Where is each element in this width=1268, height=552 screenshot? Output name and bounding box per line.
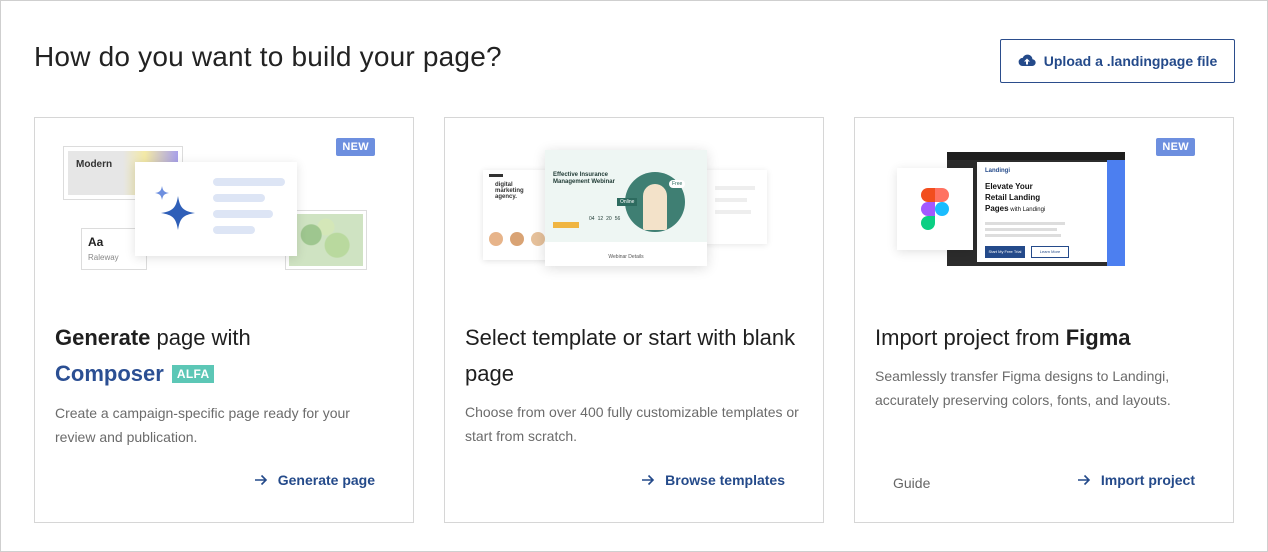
title-bold: Figma: [1065, 325, 1131, 350]
preview-heading-3-rest: with Landingi: [1008, 207, 1046, 213]
countdown-days: 04: [589, 216, 595, 222]
browse-templates-label: Browse templates: [665, 472, 785, 488]
figma-editor-preview: Landingi Elevate Your Retail Landing Pag…: [947, 152, 1125, 266]
preview-heading-1: Elevate Your: [985, 182, 1033, 191]
composer-brand: Composer: [55, 361, 164, 386]
preview-secondary-button: Learn More: [1031, 246, 1069, 258]
figma-card-title: Import project from Figma: [875, 320, 1209, 356]
upload-landingpage-button[interactable]: Upload a .landingpage file: [1000, 39, 1235, 83]
landingi-logo: Landingi: [985, 168, 1010, 174]
style-preview-title: Modern: [76, 159, 113, 170]
countdown-seconds: 56: [614, 216, 621, 222]
templates-card-description: Choose from over 400 fully customizable …: [465, 404, 799, 444]
arrow-right-icon: [642, 474, 655, 486]
font-sample: Aa: [88, 235, 104, 249]
countdown-hours: 12: [597, 216, 604, 222]
generate-page-link[interactable]: Generate page: [254, 472, 375, 488]
title-bold: Generate: [55, 325, 151, 350]
figma-import-card[interactable]: Landingi Elevate Your Retail Landing Pag…: [854, 117, 1234, 523]
templates-card[interactable]: digital marketing agency. Effective Insu…: [444, 117, 824, 523]
template-preview-right: [703, 170, 767, 244]
figma-card-description: Seamlessly transfer Figma designs to Lan…: [875, 368, 1171, 408]
alfa-badge: ALFA: [171, 365, 215, 383]
upload-button-label: Upload a .landingpage file: [1043, 53, 1218, 69]
title-regular: Import project from: [875, 325, 1066, 350]
new-badge: NEW: [1156, 138, 1195, 156]
main-template-heading: Effective Insurance Management Webinar: [553, 172, 615, 185]
figma-logo-icon: [921, 188, 949, 230]
composer-card-title: Generate page with Composer ALFA: [55, 320, 389, 392]
countdown: 04 12 20 56: [589, 216, 620, 222]
cloud-upload-icon: [1018, 54, 1036, 67]
preview-heading-2: Retail Landing: [985, 193, 1041, 202]
preview-primary-button: Start My Free Trial: [985, 246, 1025, 258]
font-name: Raleway: [88, 253, 119, 262]
templates-illustration: digital marketing agency. Effective Insu…: [445, 118, 825, 298]
webinar-details-label: Webinar Details: [608, 254, 644, 260]
free-badge: Free: [669, 180, 686, 188]
composer-card[interactable]: Modern Aa Raleway NEW Generate page with…: [34, 117, 414, 523]
countdown-minutes: 20: [606, 216, 612, 222]
page-title: How do you want to build your page?: [34, 41, 502, 72]
template-preview-main: Effective Insurance Management Webinar F…: [545, 150, 707, 266]
import-project-label: Import project: [1100, 472, 1195, 488]
figma-logo-tile: [897, 168, 973, 250]
import-project-link[interactable]: Import project: [1077, 472, 1195, 488]
arrow-right-icon: [1077, 474, 1091, 486]
sparkle-icon: [155, 186, 195, 230]
preview-heading-3-bold: Pages: [985, 204, 1009, 213]
left-template-heading: digital marketing agency.: [495, 182, 524, 200]
online-badge: Online: [617, 198, 638, 206]
browse-templates-link[interactable]: Browse templates: [641, 472, 785, 488]
composer-card-description: Create a campaign-specific page ready fo…: [55, 405, 350, 445]
guide-link[interactable]: Guide: [893, 475, 930, 491]
title-rest: page with: [150, 325, 251, 350]
composer-main-card: [135, 162, 297, 256]
image-preview-card: [285, 210, 367, 270]
new-badge: NEW: [336, 138, 375, 156]
arrow-right-icon: [254, 474, 267, 486]
build-page-panel: How do you want to build your page? Uplo…: [0, 0, 1268, 552]
templates-card-title: Select template or start with blank page: [465, 325, 796, 386]
landing-page-preview: Landingi Elevate Your Retail Landing Pag…: [977, 162, 1107, 262]
generate-page-label: Generate page: [277, 472, 375, 488]
